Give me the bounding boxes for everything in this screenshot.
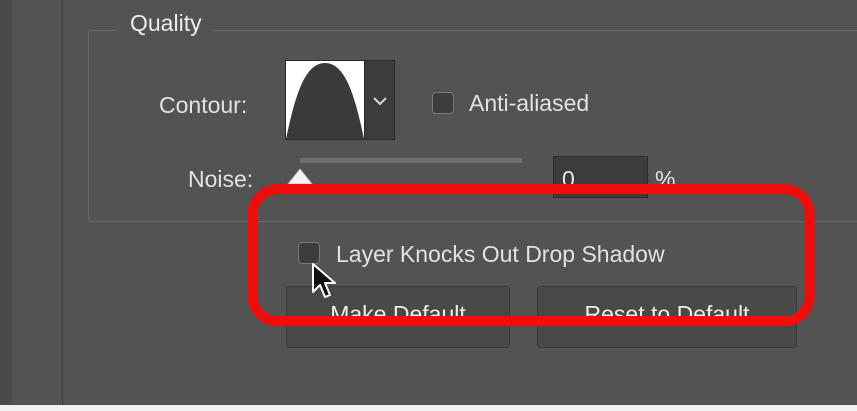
noise-slider-track[interactable] [300, 158, 522, 163]
contour-curve-icon [286, 63, 364, 139]
anti-aliased-label: Anti-aliased [469, 90, 590, 116]
annotation-highlight-box [248, 184, 815, 326]
bottom-border [0, 405, 857, 411]
contour-preview[interactable] [285, 60, 365, 140]
contour-dropdown-button[interactable] [365, 60, 395, 140]
anti-aliased-checkbox[interactable] [432, 92, 454, 114]
chevron-down-icon [373, 97, 387, 106]
noise-label: Noise: [188, 166, 254, 192]
panel-divider [62, 0, 63, 411]
contour-label: Contour: [159, 92, 248, 118]
layer-style-dialog: Quality Contour: Anti-aliased Noise: 0 %… [0, 0, 857, 411]
left-panel-edge [0, 0, 12, 411]
quality-group-title: Quality [118, 10, 214, 37]
